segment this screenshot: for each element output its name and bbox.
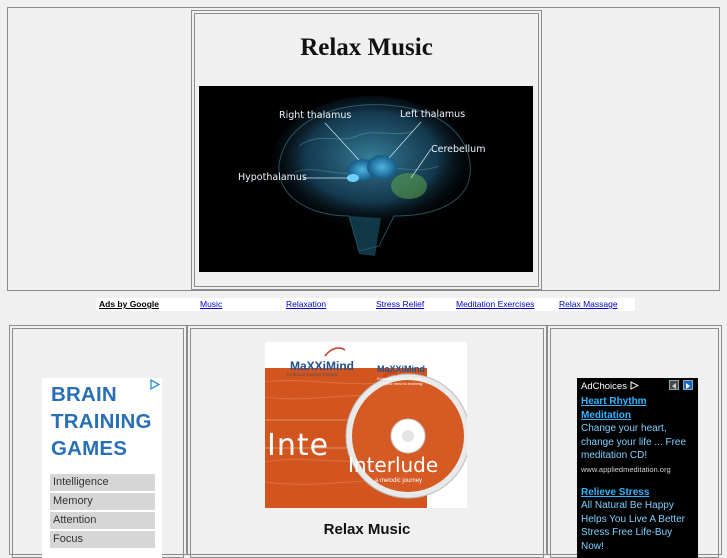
page-title: Relax Music bbox=[300, 34, 433, 61]
ad-link-relaxation[interactable]: Relaxation bbox=[286, 298, 326, 311]
brain-training-title-line: BRAIN bbox=[51, 383, 117, 406]
ad-title-heart-rhythm[interactable]: Heart Rhythm Meditation bbox=[581, 395, 697, 422]
disc-brand: MaXXiMind bbox=[377, 364, 426, 374]
ad-title-relieve-stress[interactable]: Relieve Stress bbox=[581, 486, 697, 500]
ads-by-google-link[interactable]: Ads by Google bbox=[99, 298, 159, 311]
ad-prev-button[interactable] bbox=[669, 380, 679, 390]
disc-tagline-small: your mind is evolving bbox=[385, 381, 423, 386]
chevron-right-icon bbox=[686, 383, 690, 389]
product-caption: Relax Music bbox=[323, 521, 411, 538]
adchoices-label[interactable]: AdChoices bbox=[581, 380, 639, 394]
brain-training-ad[interactable]: BRAIN TRAINING GAMES Intelligence Memory… bbox=[42, 378, 162, 558]
ad-spacer bbox=[581, 477, 697, 486]
adchoices-play-icon bbox=[630, 381, 639, 390]
brain-training-menu: Intelligence Memory Attention Focus bbox=[50, 474, 155, 550]
brain-training-title[interactable]: BRAIN TRAINING GAMES bbox=[51, 381, 152, 462]
album-title-large: Inte bbox=[267, 428, 330, 463]
label-hypothalamus: Hypothalamus bbox=[238, 172, 307, 183]
menu-item-attention[interactable]: Attention bbox=[50, 512, 155, 529]
adchoices-text: AdChoices bbox=[581, 381, 627, 392]
label-right-thalamus: Right thalamus bbox=[279, 110, 352, 121]
brain-image: Right thalamus Left thalamus Cerebellum … bbox=[199, 86, 533, 272]
ad-next-button[interactable] bbox=[683, 380, 693, 390]
chevron-left-icon bbox=[672, 383, 676, 389]
ad-link-meditation-exercises[interactable]: Meditation Exercises bbox=[456, 298, 534, 311]
label-cerebellum: Cerebellum bbox=[431, 144, 486, 155]
album-subtitle: a melodic journey bbox=[375, 478, 423, 484]
right-ad-body: Heart Rhythm Meditation Change your hear… bbox=[581, 395, 697, 554]
product-brand: MaXXiMind bbox=[290, 359, 355, 373]
product-image[interactable]: MaXXiMind Embrace Explore Expand MaXXiMi… bbox=[265, 342, 467, 508]
ad-links-bar: Ads by Google Music Relaxation Stress Re… bbox=[96, 298, 635, 311]
ad-link-music[interactable]: Music bbox=[200, 298, 222, 311]
ad-link-stress-relief[interactable]: Stress Relief bbox=[376, 298, 424, 311]
ad-url[interactable]: www.appliedmeditation.org bbox=[581, 463, 697, 477]
ad-text: All Natural Be Happy Helps You Live A Be… bbox=[581, 500, 685, 552]
menu-item-focus[interactable]: Focus bbox=[50, 531, 155, 548]
right-text-ad: AdChoices Heart Rhythm Meditation Change… bbox=[577, 378, 698, 558]
menu-item-memory[interactable]: Memory bbox=[50, 493, 155, 510]
brain-training-title-line: GAMES bbox=[51, 437, 128, 460]
product-tagline: Embrace Explore Expand bbox=[287, 372, 339, 377]
menu-item-intelligence[interactable]: Intelligence bbox=[50, 474, 155, 491]
album-title: Interlude bbox=[348, 453, 439, 477]
brain-training-title-line: TRAINING bbox=[51, 410, 152, 433]
label-left-thalamus: Left thalamus bbox=[400, 109, 466, 120]
ad-text: Change your heart, change your life ... … bbox=[581, 423, 687, 462]
ad-link-relax-massage[interactable]: Relax Massage bbox=[559, 298, 618, 311]
